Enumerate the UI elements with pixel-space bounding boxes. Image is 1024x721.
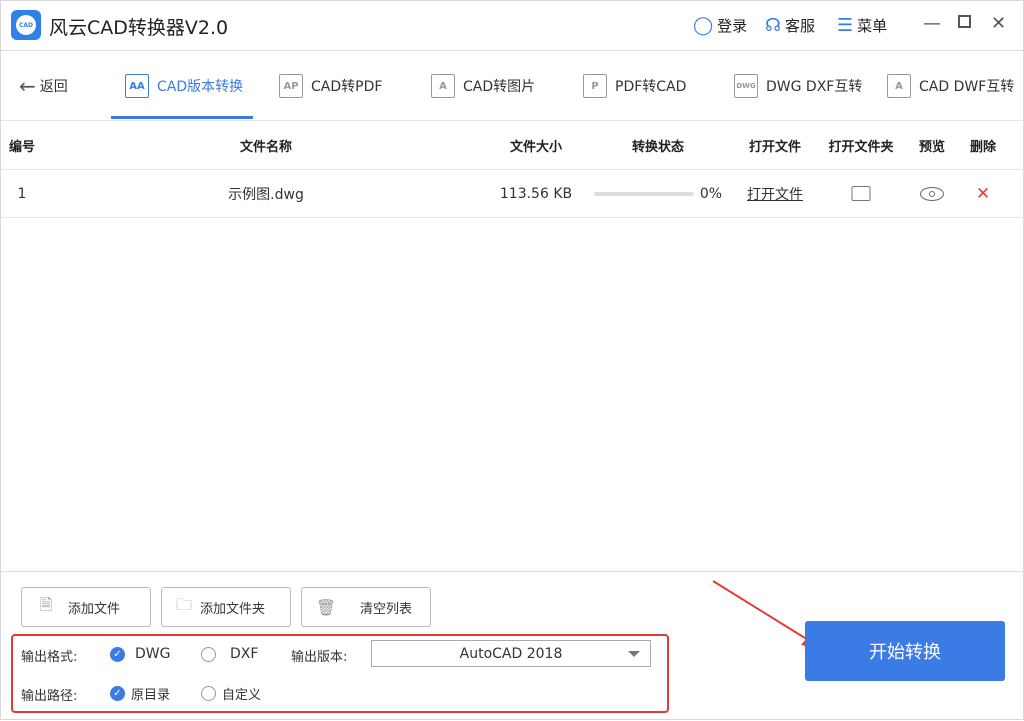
format-dxf-radio[interactable]: DXF — [201, 646, 258, 662]
tab-cad-dwf[interactable]: A CAD DWF互转 — [887, 51, 1014, 121]
pdf-cad-icon: P — [583, 74, 607, 98]
trash-icon: 🗑 — [315, 597, 337, 617]
tab-cad-to-pdf[interactable]: AP CAD转PDF — [279, 51, 382, 121]
headset-icon: ☊ — [765, 15, 781, 36]
back-button[interactable]: ← 返回 — [19, 51, 68, 121]
menu-button[interactable]: ☰ 菜单 — [837, 15, 887, 36]
version-select[interactable]: AutoCAD 2018 — [371, 640, 651, 667]
add-file-icon: 🗎 — [39, 594, 53, 614]
check-icon: ✓ — [110, 646, 125, 662]
path-original-radio[interactable]: ✓ 原目录 — [110, 684, 170, 703]
col-preview: 预览 — [918, 140, 946, 155]
maximize-button[interactable] — [958, 15, 971, 28]
radio-empty-icon — [201, 686, 216, 701]
start-convert-button[interactable]: 开始转换 — [805, 621, 1005, 681]
menu-icon: ☰ — [837, 15, 854, 36]
row-index: 1 — [17, 185, 27, 202]
radio-empty-icon — [201, 646, 216, 662]
open-file-link[interactable]: 打开文件 — [747, 170, 803, 217]
cad-version-icon: AA — [125, 74, 149, 98]
col-open-folder: 打开文件夹 — [828, 140, 894, 155]
progress-bar — [593, 191, 694, 196]
add-folder-icon: 🗀 — [175, 594, 192, 614]
user-icon: ◯ — [693, 15, 714, 36]
path-label: 输出路径: — [21, 689, 78, 704]
clear-list-button[interactable]: 🗑 清空列表 — [301, 587, 431, 627]
col-name: 文件名称 — [239, 140, 293, 155]
row-status: 0% — [593, 170, 722, 217]
login-button[interactable]: ◯ 登录 — [693, 15, 747, 36]
format-dwg-radio[interactable]: ✓ DWG — [110, 646, 170, 662]
col-index: 编号 — [8, 140, 36, 155]
delete-button[interactable]: ✕ — [976, 170, 990, 217]
version-label: 输出版本: — [291, 650, 348, 665]
tool-tabs: ← 返回 AA CAD版本转换 AP CAD转PDF A CAD转图片 P PDF转CAD… — [1, 51, 1024, 121]
preview-button[interactable] — [920, 170, 944, 217]
service-button[interactable]: ☊ 客服 — [765, 15, 815, 36]
format-label: 输出格式: — [21, 650, 78, 665]
cad-dwf-icon: A — [887, 74, 911, 98]
app-title: 风云CAD转换器V2.0 — [49, 17, 229, 39]
close-icon: ✕ — [975, 183, 991, 204]
cad-pdf-icon: AP — [279, 74, 303, 98]
active-tab-indicator — [111, 116, 253, 119]
open-folder-button[interactable] — [851, 170, 871, 217]
cad-image-icon: A — [431, 74, 455, 98]
arrow-left-icon: ← — [19, 74, 36, 98]
add-folder-button[interactable]: 🗀 添加文件夹 — [161, 587, 291, 627]
eye-icon — [920, 186, 944, 201]
col-open-file: 打开文件 — [748, 140, 802, 155]
caret-down-icon — [628, 651, 640, 657]
check-icon: ✓ — [110, 686, 125, 701]
title-bar: CAD 风云CAD转换器V2.0 ◯ 登录 ☊ 客服 ☰ 菜单 — ✕ — [1, 1, 1024, 51]
row-file-name: 示例图.dwg — [228, 186, 304, 203]
app-logo: CAD — [11, 10, 41, 40]
tab-dwg-dxf[interactable]: DWG DWG DXF互转 — [734, 51, 862, 121]
folder-icon — [851, 186, 871, 201]
tab-pdf-to-cad[interactable]: P PDF转CAD — [583, 51, 686, 121]
dwg-dxf-icon: DWG — [734, 74, 758, 98]
col-delete: 删除 — [969, 140, 997, 155]
col-size: 文件大小 — [509, 140, 563, 155]
tab-cad-to-image[interactable]: A CAD转图片 — [431, 51, 535, 121]
table-row[interactable]: 1 示例图.dwg 113.56 KB 0% 打开文件 ✕ — [1, 170, 1024, 218]
path-custom-radio[interactable]: 自定义 — [201, 684, 261, 703]
row-file-size: 113.56 KB — [499, 185, 573, 202]
add-file-button[interactable]: 🗎 添加文件 — [21, 587, 151, 627]
close-button[interactable]: ✕ — [991, 13, 1006, 34]
tab-cad-version[interactable]: AA CAD版本转换 — [125, 51, 243, 121]
minimize-button[interactable]: — — [923, 13, 941, 34]
col-status: 转换状态 — [631, 140, 685, 155]
table-header: 编号 文件名称 文件大小 转换状态 打开文件 打开文件夹 预览 删除 — [1, 122, 1024, 170]
